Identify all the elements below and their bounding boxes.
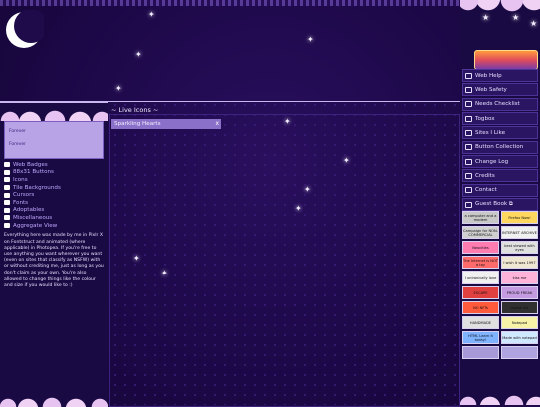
cloud-decoration <box>0 395 108 407</box>
button-row: I unironically love kiss me <box>462 271 538 284</box>
link-fonts[interactable]: Fonts <box>4 199 104 207</box>
window-icon <box>465 144 472 151</box>
page-title: ~ Live Icons ~ <box>111 106 159 114</box>
left-sidebar: Forever Forever Web Badges 88x31 Buttons… <box>0 101 108 407</box>
nav-togbox[interactable]: Togbox <box>462 112 538 126</box>
star-icon: ✦ <box>148 10 155 19</box>
88x31-button[interactable]: ESCAPE <box>462 286 499 299</box>
window-icon <box>465 72 472 79</box>
nav-button-collection[interactable]: Button Collection <box>462 140 538 154</box>
gear-icon <box>4 207 10 213</box>
gear-icon <box>4 177 10 183</box>
gear-icon <box>4 185 10 191</box>
gear-icon <box>4 162 10 168</box>
stamp-box: Forever Forever <box>4 121 104 159</box>
88x31-button[interactable]: best viewed with eyes <box>501 241 538 254</box>
88x31-button[interactable]: Neocities <box>462 241 499 254</box>
nav-credits[interactable]: Credits <box>462 169 538 183</box>
content-frame <box>109 114 460 407</box>
heart-icon <box>465 129 472 136</box>
link-tile-backgrounds[interactable]: Tile Backgrounds <box>4 184 104 192</box>
window-icon <box>465 86 472 93</box>
88x31-button[interactable]: I unironically love <box>462 271 499 284</box>
88x31-button[interactable]: NO NFTs <box>462 301 499 314</box>
top-border-decoration <box>0 0 460 6</box>
button-row: ESCAPE PROUD FREAK <box>462 286 538 299</box>
link-aggregate-view[interactable]: Aggregate View <box>4 222 104 230</box>
88x31-button[interactable]: Firefox Now! <box>501 211 538 224</box>
star-icon: ★ <box>512 13 520 22</box>
88x31-button[interactable]: Made with notepad <box>501 331 538 344</box>
window-icon <box>465 172 472 179</box>
88x31-button[interactable]: a computer and a modem <box>462 211 499 224</box>
stamp-text: Forever <box>9 129 26 134</box>
button-row: HANDMADE Notepad <box>462 316 538 329</box>
description-text: Everything here was made by me in Pixlr … <box>4 233 104 288</box>
cloud-decoration <box>460 395 540 405</box>
star-icon: ✦ <box>135 50 142 59</box>
cloud-decoration: ★ ★ ★ <box>460 0 540 52</box>
link-web-badges[interactable]: Web Badges <box>4 161 104 169</box>
category-links: Web Badges 88x31 Buttons Icons Tile Back… <box>0 159 108 231</box>
88x31-button[interactable]: Notepad <box>501 316 538 329</box>
88x31-button[interactable] <box>501 346 538 359</box>
88x31-button[interactable]: The Internet is NOT a toy <box>462 256 499 269</box>
nav-menu: Web Help Web Safety Needs Checklist Togb… <box>462 69 538 212</box>
link-adoptables[interactable]: Adoptables <box>4 207 104 215</box>
button-row: NO NFTs Digital Art <box>462 301 538 314</box>
88x31-button[interactable]: PROUD FREAK <box>501 286 538 299</box>
88x31-button[interactable]: INTERNET ARCHIVE <box>501 226 538 239</box>
cloud-decoration <box>0 103 108 121</box>
stamp-text: Forever <box>9 142 26 147</box>
tab-sparkling-hearts[interactable]: Sparkling Hearts x <box>111 119 221 129</box>
link-icons[interactable]: Icons <box>4 176 104 184</box>
gear-icon <box>4 192 10 198</box>
gear-icon <box>4 223 10 229</box>
link-cursors[interactable]: Cursors <box>4 191 104 199</box>
gear-icon <box>4 169 10 175</box>
link-88x31-buttons[interactable]: 88x31 Buttons <box>4 169 104 177</box>
tab-label: Sparkling Hearts <box>114 121 161 127</box>
button-collection: a computer and a modem Firefox Now! Campai… <box>462 211 538 361</box>
button-row <box>462 346 538 359</box>
88x31-button[interactable] <box>462 346 499 359</box>
button-row: Neocities best viewed with eyes <box>462 241 538 254</box>
nav-change-log[interactable]: Change Log <box>462 155 538 169</box>
88x31-button[interactable]: kiss me <box>501 271 538 284</box>
gear-icon <box>4 215 10 221</box>
book-icon <box>465 201 472 208</box>
star-icon: ✦ <box>307 35 314 44</box>
button-row: The Internet is NOT a toy I wish it was 1… <box>462 256 538 269</box>
button-row: a computer and a modem Firefox Now! <box>462 211 538 224</box>
mail-icon <box>465 187 472 194</box>
close-icon[interactable]: x <box>215 119 219 129</box>
button-row: Campaign for NON-COMMERCIAL INTERNET ARCH… <box>462 226 538 239</box>
checklist-icon <box>465 101 472 108</box>
nav-sites-i-like[interactable]: Sites I Like <box>462 126 538 140</box>
document-icon <box>465 158 472 165</box>
88x31-button[interactable]: I wish it was 1997 <box>501 256 538 269</box>
88x31-button[interactable]: HTML Learn it today! <box>462 331 499 344</box>
88x31-button[interactable]: HANDMADE <box>462 316 499 329</box>
star-icon: ✦ <box>115 84 122 93</box>
star-icon: ★ <box>530 19 538 28</box>
window-icon <box>465 115 472 122</box>
nav-web-safety[interactable]: Web Safety <box>462 83 538 97</box>
star-icon: ★ <box>482 13 490 22</box>
site-banner <box>474 50 538 70</box>
link-miscellaneous[interactable]: Miscellaneous <box>4 214 104 222</box>
gear-icon <box>4 200 10 206</box>
button-row: HTML Learn it today! Made with notepad <box>462 331 538 344</box>
nav-guest-book[interactable]: Guest Book ⧉ <box>462 198 538 212</box>
crescent-moon-icon <box>6 10 44 48</box>
88x31-button[interactable]: Digital Art <box>501 301 538 314</box>
88x31-button[interactable]: Campaign for NON-COMMERCIAL <box>462 226 499 239</box>
nav-web-help[interactable]: Web Help <box>462 69 538 82</box>
nav-contact[interactable]: Contact <box>462 183 538 197</box>
nav-needs-checklist[interactable]: Needs Checklist <box>462 97 538 111</box>
